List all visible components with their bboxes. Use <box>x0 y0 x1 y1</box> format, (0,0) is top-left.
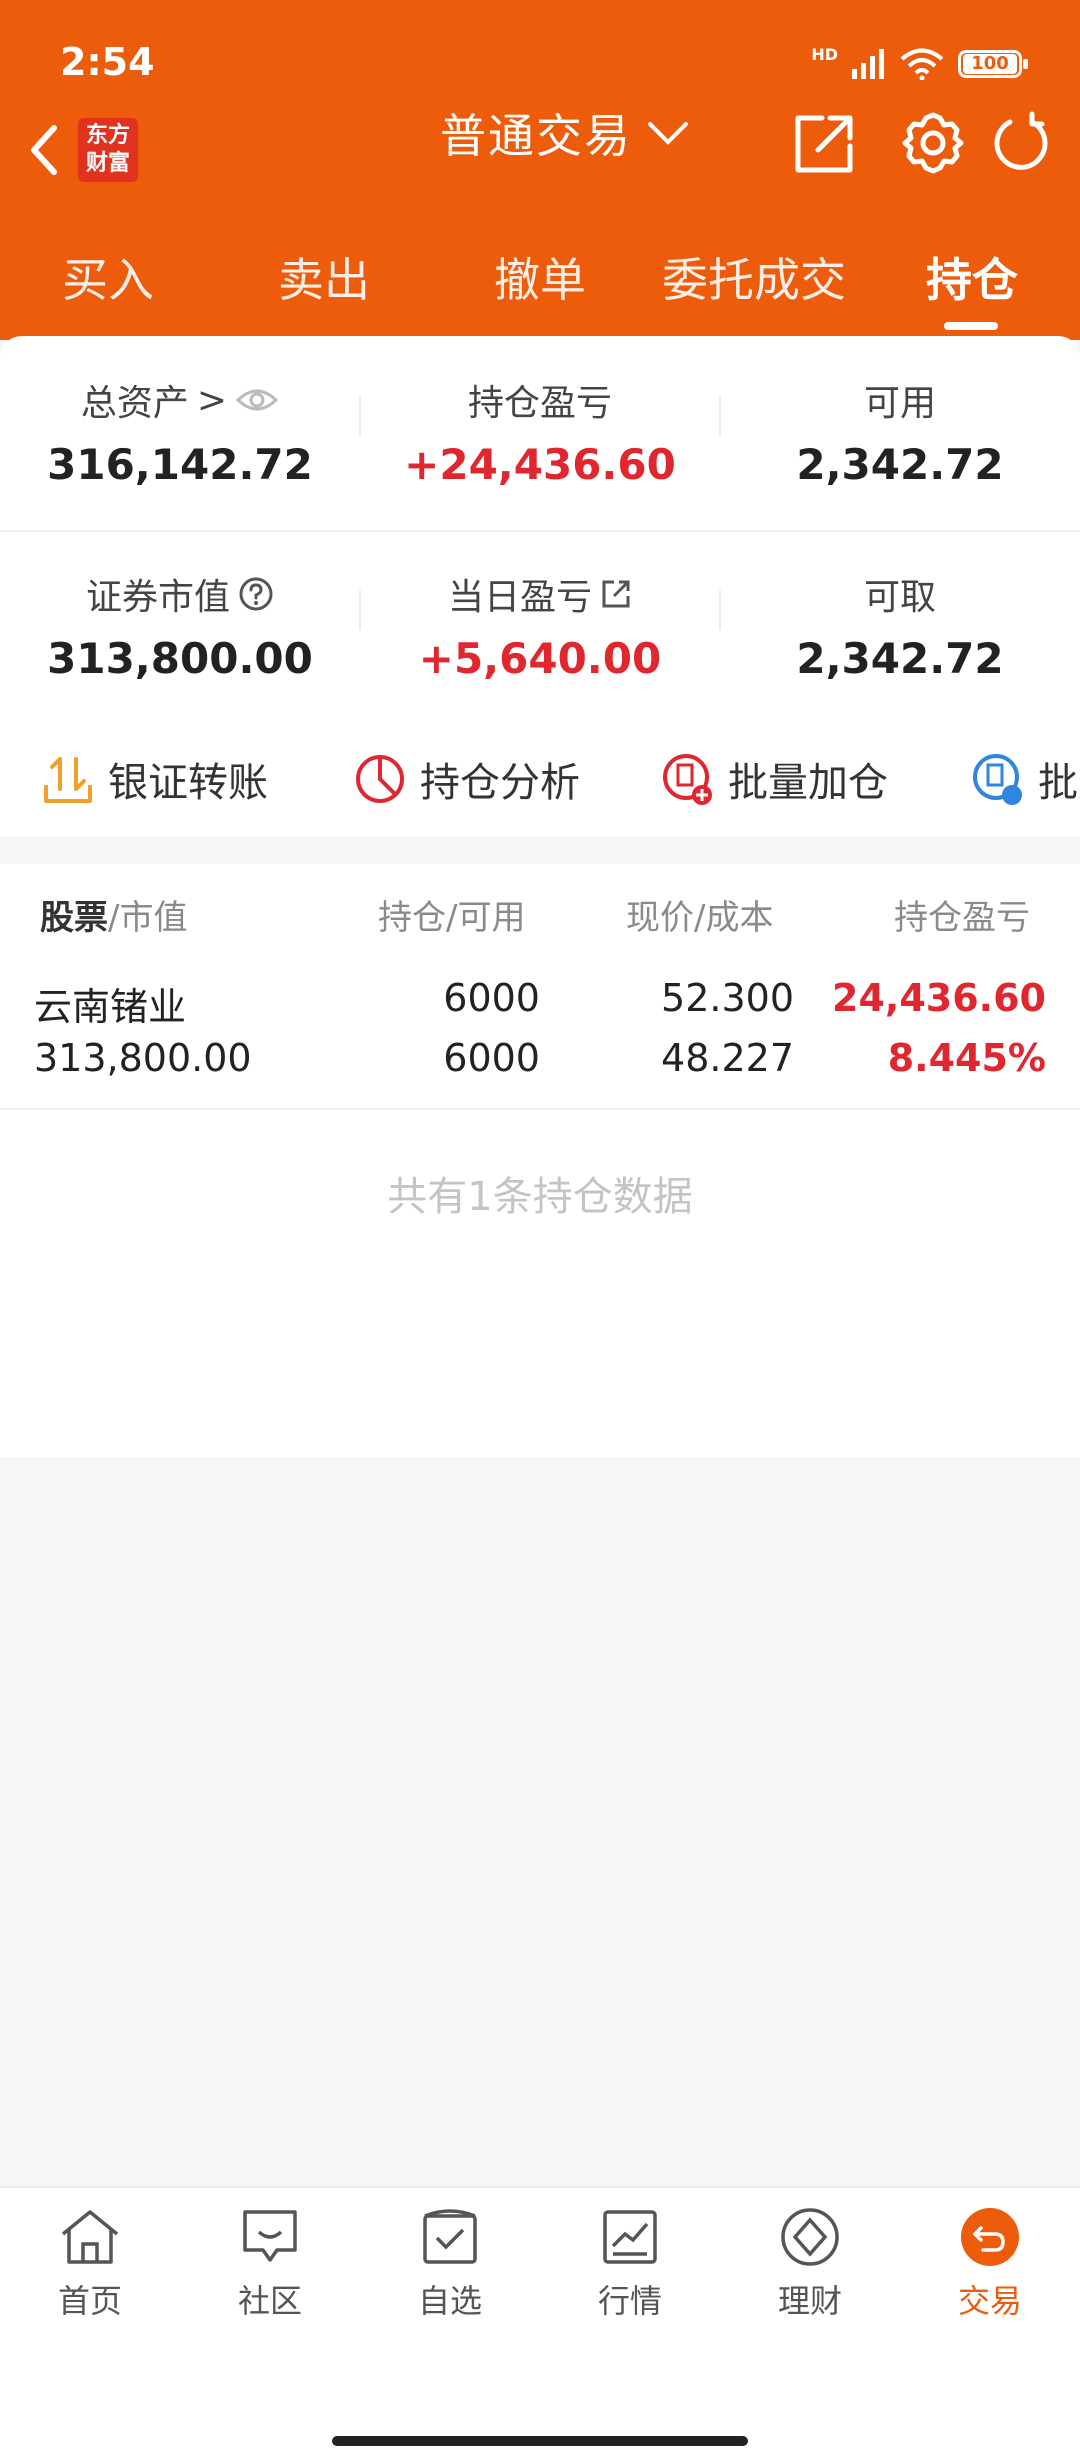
col-stock-label: 股票 <box>40 898 108 938</box>
tab-buy[interactable]: 买入 <box>62 244 154 310</box>
market-icon <box>603 2210 657 2264</box>
market-value-value: 313,800.00 <box>47 634 313 683</box>
col-position-header[interactable]: 持仓/可用 <box>378 890 525 939</box>
nav-label: 首页 <box>57 2282 122 2320</box>
tool-label: 批量 <box>1038 760 1080 806</box>
holding-pl-cell: 持仓盈亏 +24,436.60 <box>360 374 720 489</box>
total-assets-label-row: 总资产 > <box>0 374 360 426</box>
logo-line1: 东方 <box>85 123 130 148</box>
share-icon[interactable] <box>792 110 858 176</box>
status-time: 2:54 <box>60 40 155 84</box>
nav-label: 交易 <box>957 2282 1022 2320</box>
stock-market-value: 313,800.00 <box>34 1036 252 1080</box>
available-value: 2,342.72 <box>796 440 1004 489</box>
batch-icon <box>973 754 1022 805</box>
network-type: HD <box>811 44 838 64</box>
row-divider <box>0 530 1080 532</box>
signal-icon <box>852 49 884 79</box>
position-qty: 6000 <box>443 976 540 1020</box>
holdings-count: 共有1条持仓数据 <box>387 1174 693 1220</box>
batch-add-button[interactable]: 批量加仓 <box>660 750 888 808</box>
nav-trade[interactable]: 交易 <box>930 2206 1050 2322</box>
transfer-icon <box>44 757 92 803</box>
holdings-table: 股票/市值 持仓/可用 现价/成本 持仓盈亏 云南锗业 313,800.00 6… <box>0 864 1080 1457</box>
tab-orders[interactable]: 委托成交 <box>662 244 846 310</box>
nav-label: 社区 <box>237 2282 302 2320</box>
batch-add-icon <box>663 754 712 805</box>
home-indicator[interactable] <box>332 2436 748 2446</box>
available-cell: 可用 2,342.72 <box>720 374 1080 489</box>
tab-sell[interactable]: 卖出 <box>278 244 370 310</box>
tool-label: 持仓分析 <box>420 760 580 806</box>
bottom-nav: 首页 社区 自选 行情 理财 交易 <box>0 2186 1080 2462</box>
status-icons: HD 100 <box>811 40 1028 88</box>
chevron-right-icon: > <box>196 379 228 421</box>
available-label: 可用 <box>863 383 936 424</box>
daily-pl-cell[interactable]: 当日盈亏 +5,640.00 <box>360 568 720 683</box>
holding-pl-value: +24,436.60 <box>404 440 676 489</box>
withdrawable-label: 可取 <box>863 577 936 618</box>
tab-positions[interactable]: 持仓 <box>926 244 1018 310</box>
cost-price: 48.227 <box>661 1036 794 1080</box>
trade-icon <box>961 2208 1019 2266</box>
chevron-down-icon <box>648 122 688 145</box>
col-pl-header[interactable]: 持仓盈亏 <box>894 890 1030 939</box>
withdrawable-cell: 可取 2,342.72 <box>720 568 1080 683</box>
daily-pl-label: 当日盈亏 <box>447 577 592 618</box>
app-header: 2:54 HD 100 东方 财富 普通交易 买入 卖出 撤单 委托成交 持仓 <box>0 0 1080 340</box>
position-analysis-button[interactable]: 持仓分析 <box>352 750 580 808</box>
page-title: 普通交易 <box>440 109 632 163</box>
stock-name: 云南锗业 <box>34 985 187 1029</box>
market-value-label: 证券市值 <box>85 577 230 618</box>
app-logo: 东方 财富 <box>78 118 138 182</box>
holding-pl-label: 持仓盈亏 <box>467 383 612 424</box>
nav-label: 行情 <box>597 2282 662 2320</box>
position-pl: 24,436.60 <box>832 976 1046 1020</box>
col-market-value-label: /市值 <box>108 898 188 938</box>
nav-market[interactable]: 行情 <box>570 2206 690 2322</box>
pie-chart-icon <box>356 755 404 803</box>
daily-pl-value: +5,640.00 <box>418 634 662 683</box>
tab-cancel[interactable]: 撤单 <box>494 244 586 310</box>
nav-label: 自选 <box>417 2282 482 2320</box>
trade-tabs: 买入 卖出 撤单 委托成交 持仓 <box>0 230 1080 340</box>
community-icon <box>243 2210 297 2262</box>
table-row[interactable]: 云南锗业 313,800.00 6000 6000 52.300 48.227 … <box>0 964 1080 1110</box>
tool-label: 批量加仓 <box>728 760 888 806</box>
col-price-header[interactable]: 现价/成本 <box>626 890 773 939</box>
finance-icon <box>781 2208 839 2266</box>
help-icon[interactable] <box>238 576 274 612</box>
watchlist-icon <box>423 2209 477 2264</box>
nav-label: 理财 <box>777 2282 842 2320</box>
back-arrow-icon[interactable] <box>24 120 64 180</box>
position-pl-pct: 8.445% <box>887 1036 1046 1080</box>
eye-icon[interactable] <box>235 385 279 415</box>
total-assets-value: 316,142.72 <box>47 440 313 489</box>
external-link-icon <box>602 580 630 608</box>
market-value-cell: 证券市值 313,800.00 <box>0 568 360 683</box>
nav-community[interactable]: 社区 <box>210 2206 330 2322</box>
tool-label: 银证转账 <box>108 760 268 806</box>
nav-home[interactable]: 首页 <box>30 2206 150 2322</box>
nav-finance[interactable]: 理财 <box>750 2206 870 2322</box>
battery-level: 100 <box>963 54 1017 74</box>
home-icon <box>61 2210 119 2264</box>
total-assets-cell[interactable]: 总资产 > 316,142.72 <box>0 374 360 490</box>
battery-icon: 100 <box>958 50 1028 78</box>
refresh-icon[interactable] <box>990 110 1052 176</box>
withdrawable-value: 2,342.72 <box>796 634 1004 683</box>
total-assets-label: 总资产 <box>80 383 189 424</box>
nav-watchlist[interactable]: 自选 <box>390 2206 510 2322</box>
available-qty: 6000 <box>443 1036 540 1080</box>
batch-button[interactable]: 批量 <box>970 750 1080 808</box>
logo-line2: 财富 <box>85 151 130 176</box>
bank-transfer-button[interactable]: 银证转账 <box>40 750 268 808</box>
current-price: 52.300 <box>661 976 794 1020</box>
wifi-icon <box>900 48 944 80</box>
settings-icon[interactable] <box>900 110 966 176</box>
col-stock-header[interactable]: 股票/市值 <box>40 890 187 939</box>
active-tab-indicator <box>944 322 998 330</box>
account-type-selector[interactable]: 普通交易 <box>440 100 690 166</box>
quick-tools: 银证转账 持仓分析 批量加仓 批量 <box>0 740 1080 830</box>
